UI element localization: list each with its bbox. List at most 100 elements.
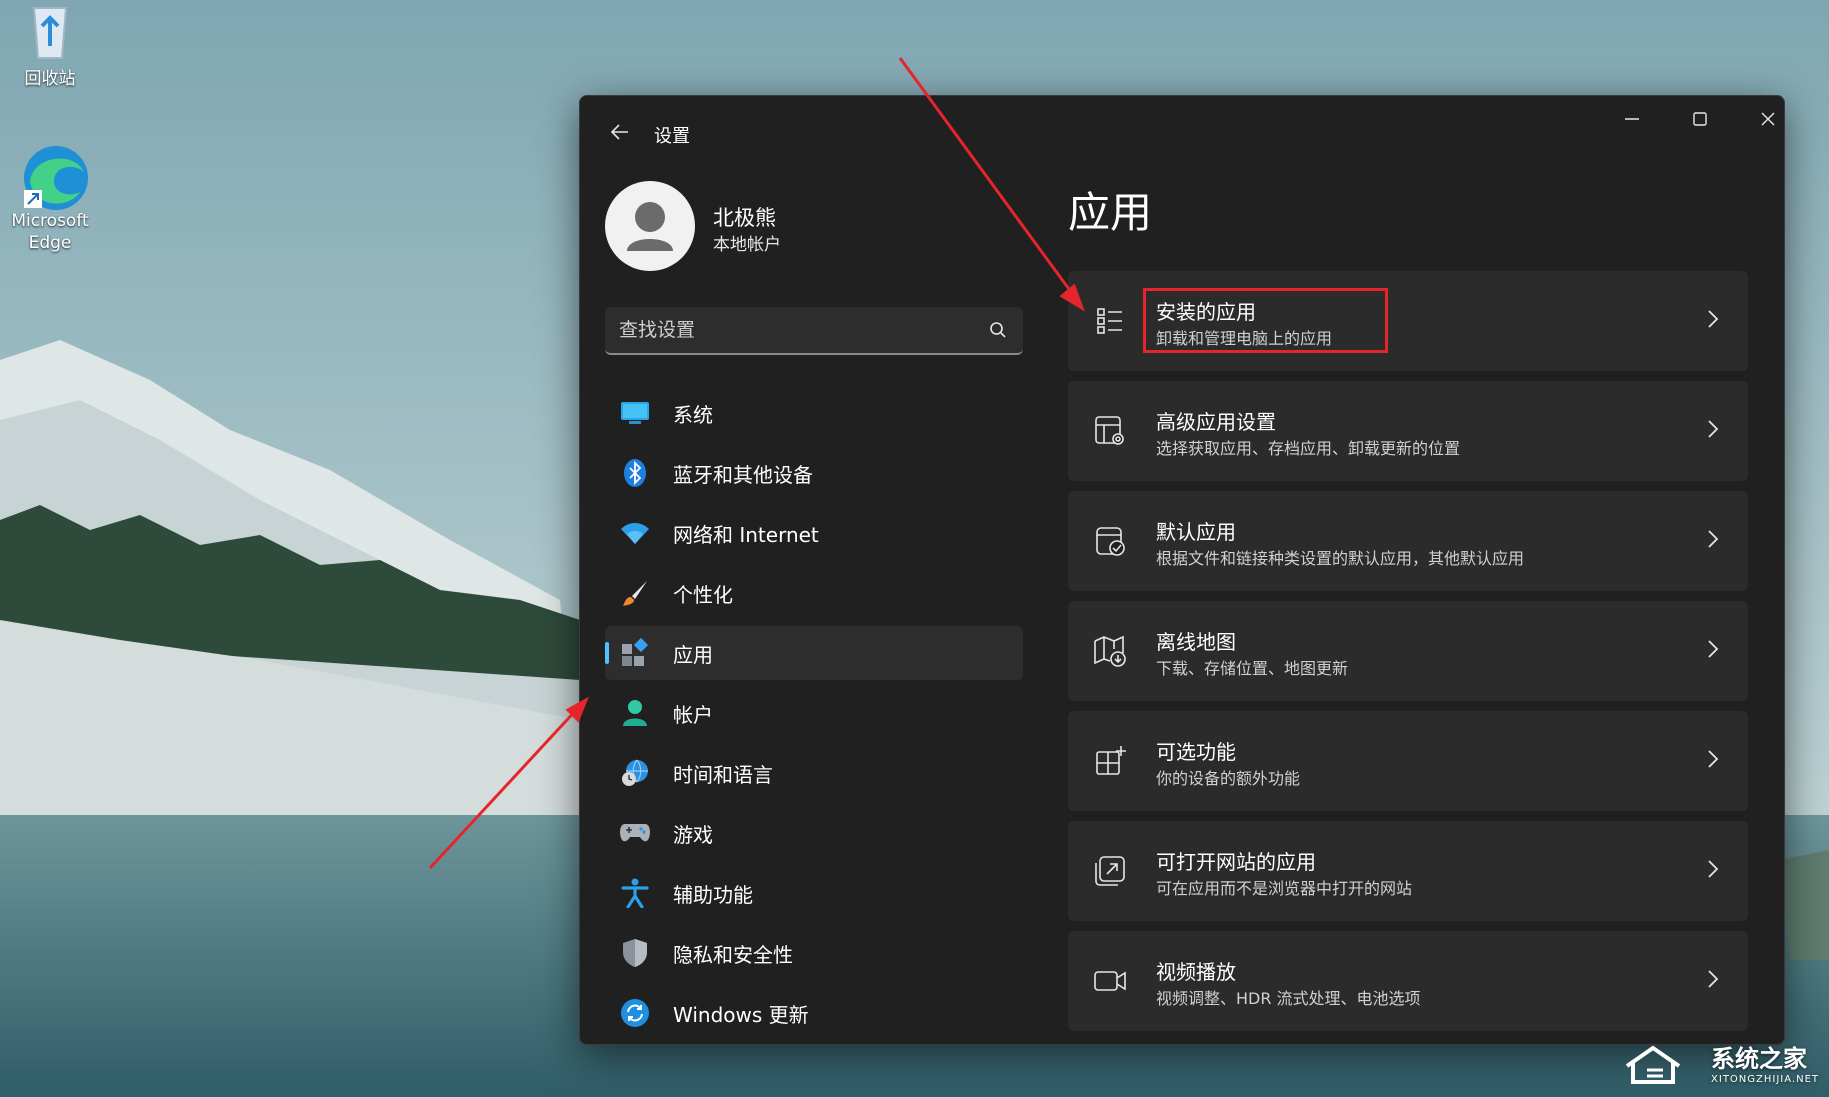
card-subtitle: 卸载和管理电脑上的应用 xyxy=(1156,329,1333,348)
sidebar-item-accessibility[interactable]: 辅助功能 xyxy=(605,866,1023,920)
card-subtitle: 视频调整、HDR 流式处理、电池选项 xyxy=(1156,989,1421,1008)
open-website-icon xyxy=(1092,853,1128,889)
card-subtitle: 根据文件和链接种类设置的默认应用，其他默认应用 xyxy=(1156,549,1525,568)
user-name: 北极熊 xyxy=(713,206,776,230)
chevron-right-icon xyxy=(1706,859,1720,883)
video-icon xyxy=(1092,963,1128,999)
title-bar: 设置 xyxy=(580,96,1784,166)
system-icon xyxy=(619,397,651,429)
minimize-button[interactable] xyxy=(1598,96,1666,142)
sidebar-item-label: 个性化 xyxy=(673,582,733,607)
bluetooth-icon xyxy=(619,457,651,489)
page-title: 应用 xyxy=(1068,188,1153,237)
account-type: 本地帐户 xyxy=(713,235,781,255)
sidebar-item-privacy[interactable]: 隐私和安全性 xyxy=(605,926,1023,980)
sidebar-item-label: 帐户 xyxy=(673,702,713,727)
chevron-right-icon xyxy=(1706,639,1720,663)
sidebar-item-label: 系统 xyxy=(673,402,713,427)
search-input[interactable] xyxy=(619,307,979,353)
shield-icon xyxy=(619,937,651,969)
sidebar-item-label: 应用 xyxy=(673,642,713,667)
card-optional-features[interactable]: 可选功能 你的设备的额外功能 xyxy=(1068,711,1748,811)
sidebar-item-label: 隐私和安全性 xyxy=(673,942,793,967)
desktop-icon-label: 回收站 xyxy=(24,69,76,89)
sidebar-item-label: 蓝牙和其他设备 xyxy=(673,462,813,487)
sidebar-item-system[interactable]: 系统 xyxy=(605,386,1023,440)
sidebar-item-label: 游戏 xyxy=(673,822,713,847)
sidebar-item-personalization[interactable]: 个性化 xyxy=(605,566,1023,620)
sidebar-item-time-language[interactable]: 时间和语言 xyxy=(605,746,1023,800)
card-title: 安装的应用 xyxy=(1156,300,1256,324)
globe-clock-icon xyxy=(619,757,651,789)
sidebar-nav: 系统 蓝牙和其他设备 网络和 Internet 个性化 应用 帐户 时间和语言 … xyxy=(605,386,1023,1044)
card-offline-maps[interactable]: 离线地图 下载、存储位置、地图更新 xyxy=(1068,601,1748,701)
card-title: 可打开网站的应用 xyxy=(1156,850,1316,874)
card-title: 视频播放 xyxy=(1156,960,1236,984)
sidebar-item-accounts[interactable]: 帐户 xyxy=(605,686,1023,740)
settings-card-list: 安装的应用 卸载和管理电脑上的应用 高级应用设置 选择获取应用、存档应用、卸载更… xyxy=(1068,271,1748,1041)
card-video-playback[interactable]: 视频播放 视频调整、HDR 流式处理、电池选项 xyxy=(1068,931,1748,1031)
card-title: 可选功能 xyxy=(1156,740,1236,764)
default-apps-icon xyxy=(1092,523,1128,559)
app-settings-icon xyxy=(1092,413,1128,449)
desktop-icon-edge[interactable]: Microsoft Edge xyxy=(0,142,100,254)
sidebar-item-network[interactable]: 网络和 Internet xyxy=(605,506,1023,560)
settings-window: 设置 北极熊 本地帐户 查找设置 系统 蓝牙和其他设备 网络和 Internet… xyxy=(579,95,1785,1045)
list-icon xyxy=(1092,303,1128,339)
chevron-right-icon xyxy=(1706,749,1720,773)
arrow-to-apps-nav xyxy=(428,696,589,870)
card-subtitle: 选择获取应用、存档应用、卸载更新的位置 xyxy=(1156,439,1461,458)
accessibility-icon xyxy=(619,877,651,909)
card-apps-for-websites[interactable]: 可打开网站的应用 可在应用而不是浏览器中打开的网站 xyxy=(1068,821,1748,921)
watermark: 系统之家 XITONGZHIJIA.NET xyxy=(1623,1039,1819,1085)
sidebar-item-bluetooth[interactable]: 蓝牙和其他设备 xyxy=(605,446,1023,500)
back-arrow-icon xyxy=(610,124,628,140)
sidebar-item-apps[interactable]: 应用 xyxy=(605,626,1023,680)
card-title: 高级应用设置 xyxy=(1156,410,1276,434)
desktop-icon-recycle-bin[interactable]: 回收站 xyxy=(0,0,100,90)
search-box xyxy=(605,307,1023,355)
chevron-right-icon xyxy=(1706,969,1720,993)
map-icon xyxy=(1092,633,1128,669)
card-subtitle: 下载、存储位置、地图更新 xyxy=(1156,659,1349,678)
maximize-icon xyxy=(1693,112,1707,126)
user-avatar-icon xyxy=(627,202,673,251)
card-subtitle: 可在应用而不是浏览器中打开的网站 xyxy=(1156,879,1413,898)
gamepad-icon xyxy=(619,817,651,849)
brush-icon xyxy=(619,577,651,609)
account-icon xyxy=(619,697,651,729)
chevron-right-icon xyxy=(1706,309,1720,333)
optional-features-icon xyxy=(1092,743,1128,779)
close-button[interactable] xyxy=(1734,96,1784,142)
chevron-right-icon xyxy=(1706,419,1720,443)
sidebar-item-label: 辅助功能 xyxy=(673,882,753,907)
desktop-icon-label: Microsoft Edge xyxy=(11,211,89,253)
watermark-url: XITONGZHIJIA.NET xyxy=(1711,1074,1819,1085)
apps-icon xyxy=(619,637,651,669)
close-icon xyxy=(1761,112,1775,126)
watermark-name: 系统之家 xyxy=(1711,1045,1808,1073)
minimize-icon xyxy=(1625,118,1639,120)
sidebar-item-label: Windows 更新 xyxy=(673,1002,809,1027)
app-title: 设置 xyxy=(654,126,690,147)
card-title: 默认应用 xyxy=(1156,520,1236,544)
chevron-right-icon xyxy=(1706,529,1720,553)
sidebar-item-gaming[interactable]: 游戏 xyxy=(605,806,1023,860)
recycle-bin-icon xyxy=(18,0,82,64)
watermark-logo xyxy=(1625,1045,1681,1084)
card-subtitle: 你的设备的额外功能 xyxy=(1156,769,1301,788)
sidebar-item-windows-update[interactable]: Windows 更新 xyxy=(605,986,1023,1040)
card-title: 离线地图 xyxy=(1156,630,1236,654)
update-icon xyxy=(619,997,651,1029)
card-advanced-app-settings[interactable]: 高级应用设置 选择获取应用、存档应用、卸载更新的位置 xyxy=(1068,381,1748,481)
avatar[interactable] xyxy=(605,181,695,271)
sidebar-item-label: 网络和 Internet xyxy=(673,522,819,547)
wifi-icon xyxy=(619,517,651,549)
sidebar-item-label: 时间和语言 xyxy=(673,762,773,787)
edge-icon xyxy=(18,142,88,210)
search-icon[interactable] xyxy=(989,321,1007,343)
card-default-apps[interactable]: 默认应用 根据文件和链接种类设置的默认应用，其他默认应用 xyxy=(1068,491,1748,591)
maximize-button[interactable] xyxy=(1666,96,1734,142)
back-button[interactable] xyxy=(600,112,640,152)
card-installed-apps[interactable]: 安装的应用 卸载和管理电脑上的应用 xyxy=(1068,271,1748,371)
